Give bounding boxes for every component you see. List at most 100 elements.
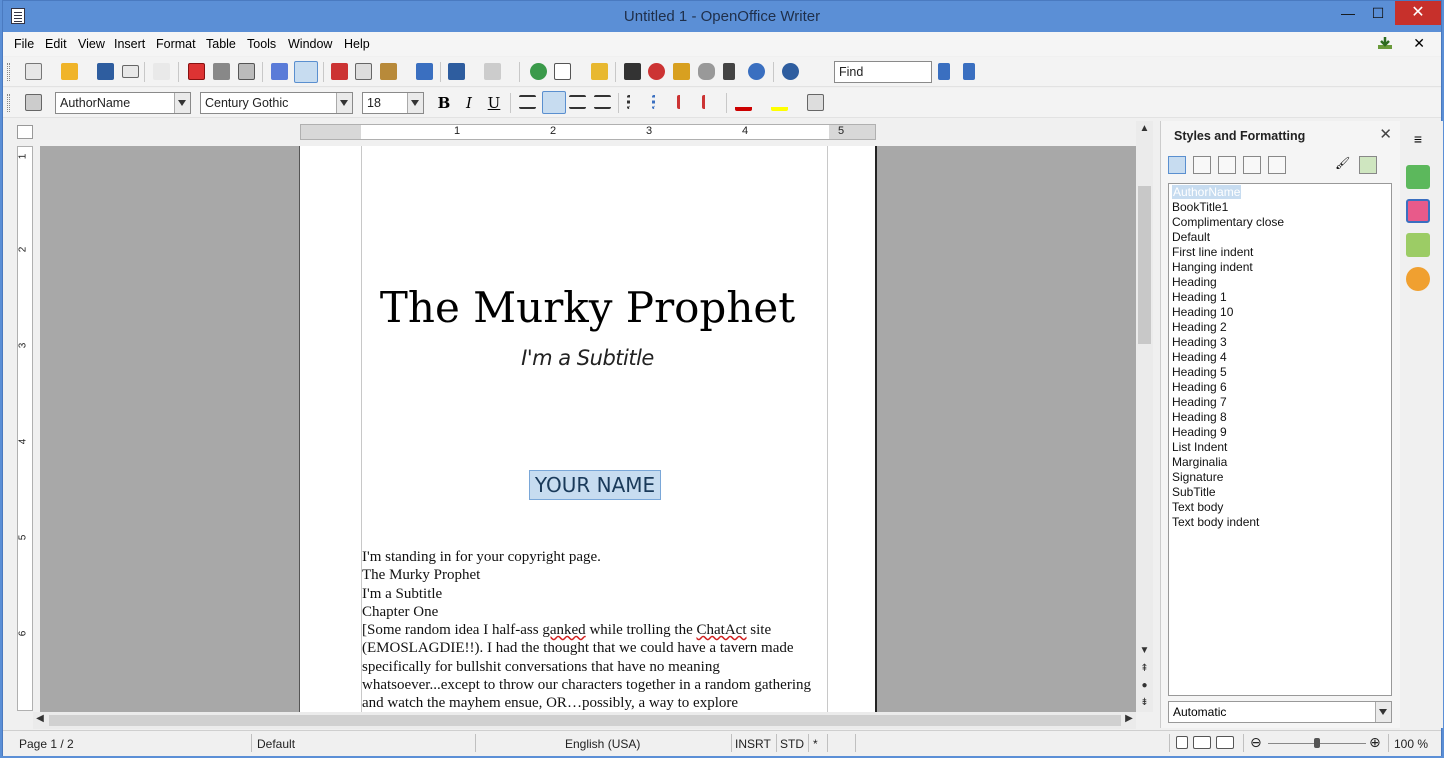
- edit-file-icon[interactable]: [153, 63, 170, 80]
- formatting-marks-icon[interactable]: [723, 63, 735, 80]
- horizontal-scrollbar[interactable]: ◀ ▶: [33, 712, 1136, 729]
- style-item[interactable]: Hanging indent: [1172, 260, 1253, 274]
- undo-icon[interactable]: [448, 63, 465, 80]
- body-line[interactable]: Chapter One: [362, 603, 832, 621]
- align-center-icon[interactable]: [542, 91, 566, 114]
- fill-format-icon[interactable]: 🖌: [1335, 156, 1353, 174]
- vertical-ruler[interactable]: 1 2 3 4 5 6: [17, 146, 33, 711]
- gallery-icon[interactable]: [673, 63, 690, 80]
- document-modified[interactable]: *: [813, 737, 818, 751]
- chevron-down-icon[interactable]: [407, 93, 423, 113]
- menu-tools[interactable]: Tools: [247, 37, 276, 51]
- style-item[interactable]: Signature: [1172, 470, 1223, 484]
- single-page-view-icon[interactable]: [1176, 736, 1188, 749]
- data-sources-icon[interactable]: [698, 63, 715, 80]
- multi-page-view-icon[interactable]: [1193, 736, 1211, 749]
- numbering-icon[interactable]: [627, 95, 644, 109]
- style-item[interactable]: First line indent: [1172, 245, 1253, 259]
- copy-icon[interactable]: [355, 63, 372, 80]
- tab-stop-selector[interactable]: [17, 125, 33, 139]
- align-right-icon[interactable]: [569, 95, 586, 109]
- find-next-icon[interactable]: [938, 63, 950, 80]
- open-folder-icon[interactable]: [61, 63, 78, 80]
- styles-formatting-icon[interactable]: [1406, 199, 1430, 223]
- style-item[interactable]: Heading 3: [1172, 335, 1227, 349]
- document-page[interactable]: The Murky Prophet I'm a Subtitle YOUR NA…: [299, 146, 877, 712]
- help-icon[interactable]: [782, 63, 799, 80]
- zoom-slider-handle[interactable]: [1314, 738, 1320, 748]
- paragraph-styles-icon[interactable]: [1168, 156, 1186, 174]
- style-item[interactable]: Heading 4: [1172, 350, 1227, 364]
- menu-format[interactable]: Format: [156, 37, 196, 51]
- scroll-left-icon[interactable]: ◀: [33, 713, 47, 727]
- style-item[interactable]: SubTitle: [1172, 485, 1216, 499]
- page-count[interactable]: Page 1 / 2: [19, 737, 74, 751]
- export-pdf-icon[interactable]: [188, 63, 205, 80]
- scroll-up-icon[interactable]: ▲: [1138, 123, 1151, 137]
- style-item[interactable]: AuthorName: [1172, 185, 1242, 199]
- menu-table[interactable]: Table: [206, 37, 236, 51]
- style-item[interactable]: Heading 8: [1172, 410, 1227, 424]
- menu-file[interactable]: File: [14, 37, 34, 51]
- selection-mode[interactable]: STD: [780, 737, 804, 751]
- misspelled-word[interactable]: ChatAct: [697, 622, 747, 638]
- find-input[interactable]: Find: [834, 61, 932, 83]
- character-styles-icon[interactable]: [1193, 156, 1211, 174]
- toolbar-grip[interactable]: [7, 63, 10, 81]
- autospellcheck-icon[interactable]: [294, 61, 318, 83]
- zoom-icon[interactable]: [748, 63, 765, 80]
- properties-icon[interactable]: [1406, 165, 1430, 189]
- insert-mode[interactable]: INSRT: [735, 737, 771, 751]
- clone-formatting-icon[interactable]: [416, 63, 433, 80]
- document-canvas[interactable]: The Murky Prophet I'm a Subtitle YOUR NA…: [40, 146, 1136, 712]
- scroll-right-icon[interactable]: ▶: [1122, 713, 1136, 727]
- vertical-scrollbar[interactable]: ▲ ▼ ⇞ ● ⇟: [1136, 121, 1153, 712]
- zoom-level[interactable]: 100 %: [1394, 737, 1428, 751]
- style-item[interactable]: List Indent: [1172, 440, 1227, 454]
- paste-icon[interactable]: [380, 63, 397, 80]
- font-name-select[interactable]: Century Gothic: [200, 92, 353, 114]
- body-line[interactable]: I'm standing in for your copyright page.: [362, 548, 832, 566]
- gallery-icon[interactable]: [1406, 233, 1430, 257]
- navigator-icon[interactable]: [1406, 267, 1430, 291]
- style-item[interactable]: Heading 2: [1172, 320, 1227, 334]
- toolbar-grip[interactable]: [7, 94, 10, 112]
- body-text[interactable]: I'm standing in for your copyright page.…: [362, 548, 832, 712]
- page-styles-icon[interactable]: [1243, 156, 1261, 174]
- new-style-icon[interactable]: [1359, 156, 1377, 174]
- background-color-icon[interactable]: [807, 94, 824, 111]
- style-item[interactable]: Heading 5: [1172, 365, 1227, 379]
- paragraph-style-select[interactable]: AuthorName: [55, 92, 191, 114]
- scroll-thumb[interactable]: [49, 715, 1121, 726]
- book-view-icon[interactable]: [1216, 736, 1234, 749]
- body-line[interactable]: The Murky Prophet: [362, 566, 832, 584]
- style-filter-select[interactable]: Automatic: [1168, 701, 1392, 723]
- page-style[interactable]: Default: [257, 737, 295, 751]
- book-title[interactable]: The Murky Prophet: [300, 283, 875, 332]
- style-list[interactable]: AuthorName BookTitle1 Complimentary clos…: [1168, 183, 1392, 696]
- email-icon[interactable]: [122, 65, 139, 78]
- subtitle[interactable]: I'm a Subtitle: [300, 346, 875, 370]
- show-draw-functions-icon[interactable]: [591, 63, 608, 80]
- style-item[interactable]: Heading 6: [1172, 380, 1227, 394]
- find-previous-icon[interactable]: [963, 63, 975, 80]
- bold-button[interactable]: B: [434, 93, 454, 113]
- chevron-down-icon[interactable]: [174, 93, 190, 113]
- close-document-button[interactable]: ✕: [1413, 35, 1425, 52]
- style-item[interactable]: Heading 10: [1172, 305, 1233, 319]
- frame-styles-icon[interactable]: [1218, 156, 1236, 174]
- hyperlink-icon[interactable]: [530, 63, 547, 80]
- font-size-select[interactable]: 18: [362, 92, 424, 114]
- body-line[interactable]: I'm a Subtitle: [362, 585, 832, 603]
- menu-help[interactable]: Help: [344, 37, 370, 51]
- justify-icon[interactable]: [594, 95, 611, 109]
- increase-indent-icon[interactable]: [702, 95, 719, 109]
- chevron-down-icon[interactable]: [1375, 702, 1391, 722]
- zoom-out-icon[interactable]: ⊖: [1250, 734, 1262, 751]
- navigation-icon[interactable]: ●: [1138, 680, 1151, 694]
- styles-formatting-icon[interactable]: [25, 94, 42, 111]
- cut-icon[interactable]: [331, 63, 348, 80]
- style-item[interactable]: Heading: [1172, 275, 1217, 289]
- print-preview-icon[interactable]: [238, 63, 255, 80]
- font-color-icon[interactable]: [735, 94, 752, 111]
